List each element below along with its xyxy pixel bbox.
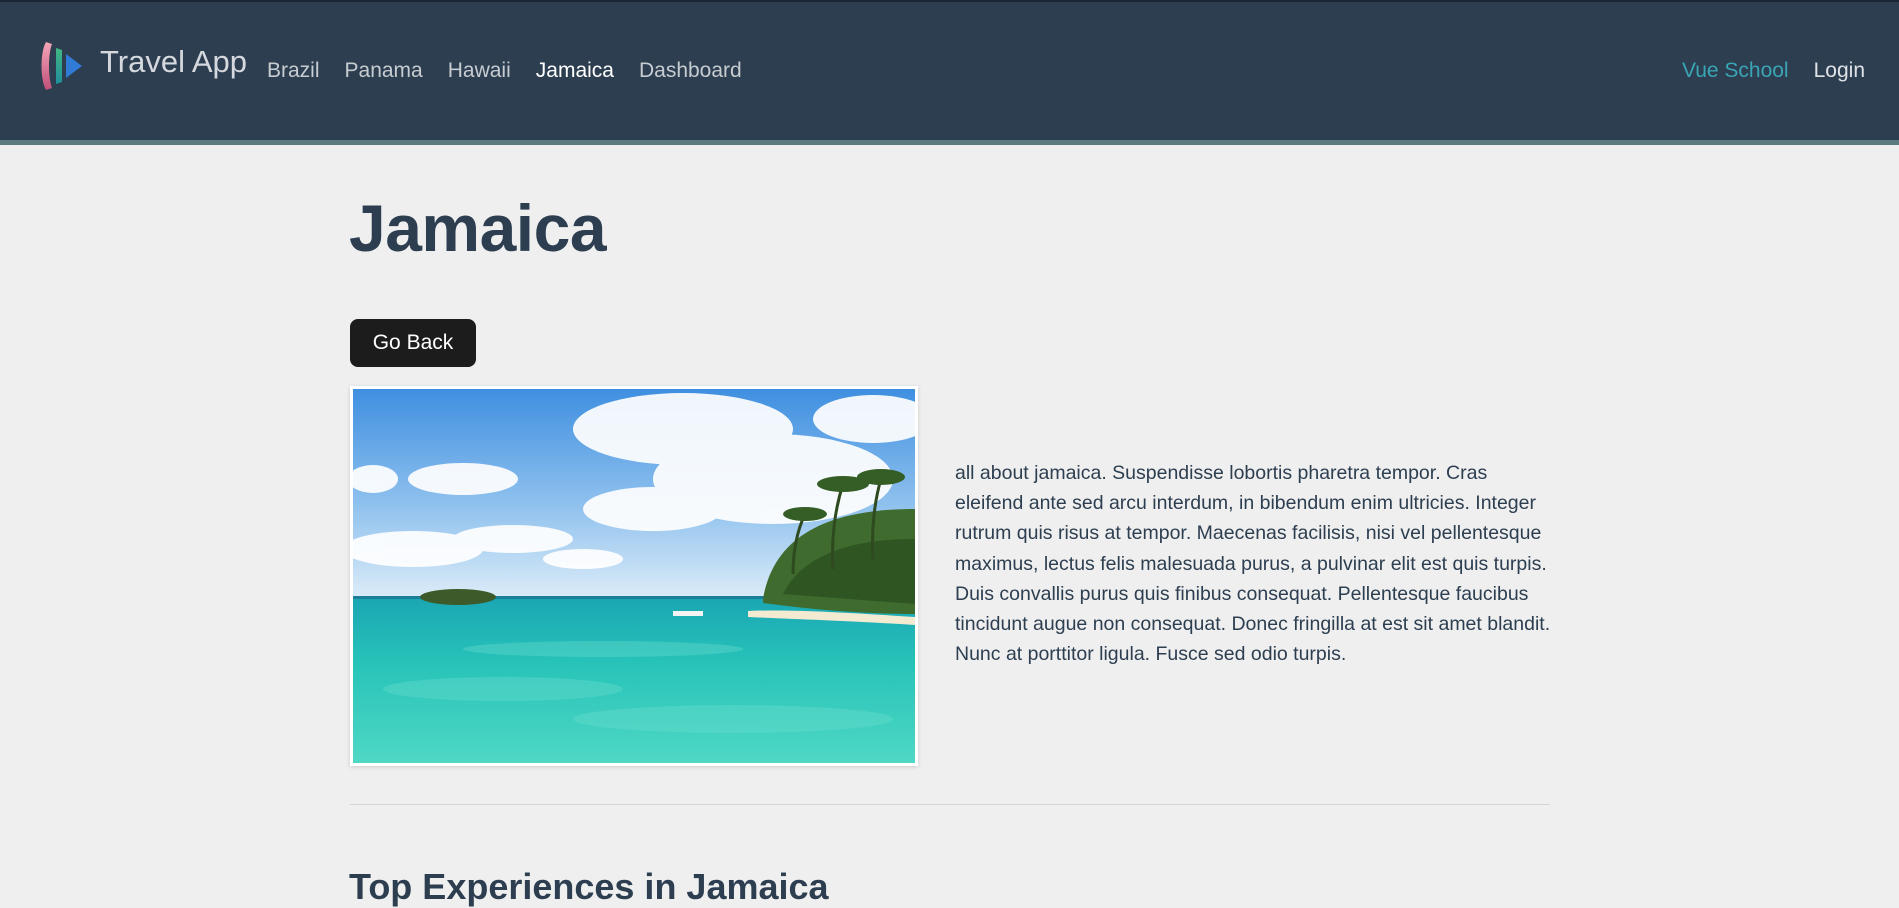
destination-image [350, 386, 918, 766]
beach-photo [353, 389, 915, 763]
go-back-button[interactable]: Go Back [350, 319, 476, 367]
experiences-heading: Top Experiences in Jamaica [349, 866, 829, 907]
right-nav: Vue School Login [1682, 59, 1865, 83]
vue-school-link[interactable]: Vue School [1682, 59, 1789, 83]
page-title: Jamaica [349, 191, 607, 265]
destination-description: all about jamaica. Suspendisse lobortis … [955, 462, 1551, 666]
brand-link[interactable]: Travel App [100, 44, 247, 80]
login-link[interactable]: Login [1814, 59, 1865, 83]
nav-link-dashboard[interactable]: Dashboard [639, 59, 742, 83]
nav-link-jamaica[interactable]: Jamaica [536, 59, 614, 83]
nav-link-brazil[interactable]: Brazil [267, 59, 320, 83]
nav-link-hawaii[interactable]: Hawaii [448, 59, 511, 83]
section-divider [350, 804, 1550, 805]
nav-link-panama[interactable]: Panama [345, 59, 423, 83]
top-navigation-bar: Travel App Brazil Panama Hawaii Jamaica … [0, 0, 1899, 140]
vue-school-logo-icon[interactable] [38, 38, 88, 94]
header-accent-strip [0, 140, 1899, 145]
main-nav: Brazil Panama Hawaii Jamaica Dashboard [267, 59, 742, 83]
